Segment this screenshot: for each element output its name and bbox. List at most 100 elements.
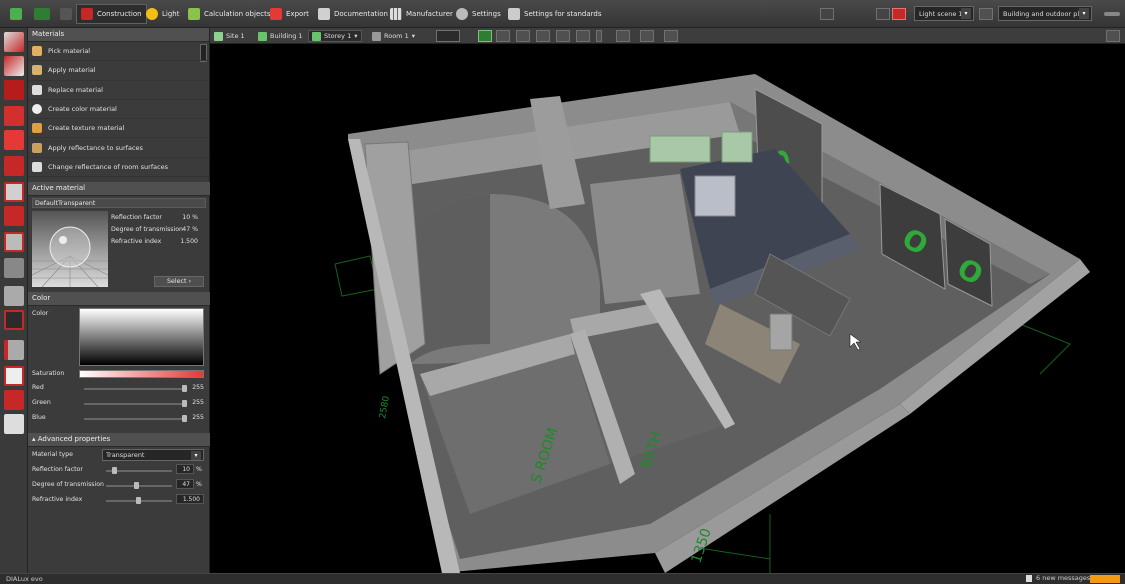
manufacturer-icon [390, 8, 402, 20]
blue-slider[interactable] [84, 418, 184, 420]
advanced-properties-header[interactable]: ▴ Advanced properties [28, 433, 210, 447]
select-material-button[interactable]: Select › [154, 276, 204, 287]
breadcrumb-site[interactable]: Site 1 [214, 30, 245, 42]
floors-tool-icon[interactable] [4, 106, 24, 126]
tab-construction[interactable]: Construction [76, 4, 147, 24]
3d-viewport[interactable]: S O O S ROOM BAT [210, 44, 1125, 573]
menu-item-create-texture-material[interactable]: Create texture material [28, 119, 209, 139]
light-scene-select[interactable]: Light scene 1 ▾ [914, 6, 974, 21]
view-back-button[interactable] [556, 30, 570, 42]
roof-tool-icon[interactable] [4, 206, 24, 226]
view-side-button[interactable] [536, 30, 550, 42]
tab-calculation-objects[interactable]: Calculation objects [184, 4, 275, 24]
screen-icon[interactable] [1106, 30, 1120, 42]
chevron-left-icon[interactable] [596, 30, 602, 42]
adv-transmission-slider[interactable] [106, 485, 172, 487]
menu-item-label: Pick material [48, 47, 91, 56]
menu-item-create-color-material[interactable]: Create color material [28, 100, 209, 120]
breadcrumb-storey[interactable]: Storey 1 ▾ [308, 30, 362, 42]
planning-mode-select[interactable]: Building and outdoor pla... ▾ [998, 6, 1092, 21]
open-icon[interactable] [30, 4, 54, 24]
tab-manufacturer[interactable]: Manufacturer [386, 4, 457, 24]
message-icon [1026, 575, 1032, 582]
building-model: S O O S ROOM BAT [334, 74, 1090, 573]
menu-item-change-reflectance-room[interactable]: Change reflectance of room surfaces [28, 158, 209, 178]
room-element-icon[interactable] [4, 182, 24, 202]
chevron-down-icon: ▾ [411, 32, 415, 40]
texture-tool-icon[interactable] [4, 340, 24, 360]
cube-tool-icon[interactable] [4, 232, 24, 252]
color-gradient-picker[interactable] [79, 308, 204, 366]
blue-value[interactable]: 255 [186, 414, 204, 421]
menu-item-apply-material[interactable]: Apply material [28, 61, 209, 81]
adv-refractive-knob[interactable] [136, 497, 141, 504]
green-value[interactable]: 255 [186, 399, 204, 406]
room-icon [372, 31, 381, 41]
building-icon [258, 31, 267, 41]
menu-icon[interactable] [56, 4, 76, 24]
green-slider[interactable] [84, 403, 184, 405]
hierarchy-tool-icon[interactable] [4, 414, 24, 434]
furniture-tool-icon[interactable] [4, 258, 24, 278]
tab-light[interactable]: Light [142, 4, 183, 24]
progress-indicator [1090, 575, 1120, 583]
save-icon[interactable] [6, 4, 26, 24]
doors-tool-icon[interactable] [4, 80, 24, 100]
view-right-button[interactable] [576, 30, 590, 42]
adv-refractive-input[interactable]: 1.500 [176, 494, 204, 504]
view-mode-icon[interactable] [979, 8, 993, 20]
transmission-value: 47 % [182, 226, 198, 233]
adv-reflection-knob[interactable] [112, 467, 117, 474]
breadcrumb-building[interactable]: Building 1 [258, 30, 303, 42]
menu-item-apply-reflectance[interactable]: Apply reflectance to surfaces [28, 138, 209, 158]
windows-tool-icon[interactable] [4, 130, 24, 150]
light-object-icon[interactable] [4, 390, 24, 410]
brush-icon [32, 65, 42, 76]
breadcrumb-room[interactable]: Room 1 ▾ [372, 30, 415, 42]
material-type-value: Transparent [106, 451, 145, 459]
red-slider[interactable] [84, 388, 184, 390]
tab-export[interactable]: Export [266, 4, 313, 24]
menu-item-label: Create texture material [48, 124, 125, 133]
view-plan-button[interactable] [496, 30, 510, 42]
color-tool-icon[interactable] [4, 366, 24, 386]
adv-reflection-label: Reflection factor [32, 466, 83, 473]
menu-item-label: Replace material [48, 85, 103, 94]
record-icon[interactable] [892, 8, 906, 20]
scene-option-icon[interactable] [876, 8, 890, 20]
tab-settings[interactable]: Settings [452, 4, 505, 24]
tab-label: Documentation [334, 10, 388, 18]
materials-tool-icon[interactable] [4, 310, 24, 330]
main-toolbar: Construction Light Calculation objects E… [0, 0, 1125, 28]
chevron-down-icon: ▾ [191, 451, 201, 460]
tab-documentation[interactable]: Documentation [314, 4, 392, 24]
view-3d-button[interactable] [478, 30, 492, 42]
adv-reflection-input[interactable]: 10 [176, 464, 194, 474]
construction-tool-icon[interactable] [4, 32, 24, 52]
reflection-factor-label: Reflection factor [111, 214, 162, 221]
adv-transmission-knob[interactable] [134, 482, 139, 489]
ruler-icon[interactable] [1100, 4, 1124, 24]
view-front-button[interactable] [516, 30, 530, 42]
adv-transmission-input[interactable]: 47 [176, 479, 194, 489]
view-select-button[interactable] [436, 30, 460, 42]
walls-tool-icon[interactable] [4, 56, 24, 76]
unit-label: % [196, 466, 202, 473]
light-icon [146, 8, 158, 20]
red-value[interactable]: 255 [186, 384, 204, 391]
ceiling-tool-icon[interactable] [4, 156, 24, 176]
saturation-slider[interactable] [79, 370, 204, 378]
menu-item-replace-material[interactable]: Replace material [28, 81, 209, 100]
measure-button[interactable] [640, 30, 654, 42]
menu-item-label: Create color material [48, 105, 117, 114]
axis-button[interactable] [664, 30, 678, 42]
section-tool-icon[interactable] [4, 286, 24, 306]
messages-link[interactable]: 6 new messages [1036, 574, 1090, 582]
menu-item-pick-material[interactable]: Pick material [28, 42, 209, 62]
fit-view-button[interactable] [616, 30, 630, 42]
tab-settings-for-standards[interactable]: Settings for standards [504, 4, 605, 24]
advanced-properties-title: Advanced properties [37, 435, 111, 443]
scene-option-icon[interactable] [820, 8, 834, 20]
material-type-select[interactable]: Transparent ▾ [102, 449, 204, 461]
chevron-right-icon: › [188, 278, 191, 285]
